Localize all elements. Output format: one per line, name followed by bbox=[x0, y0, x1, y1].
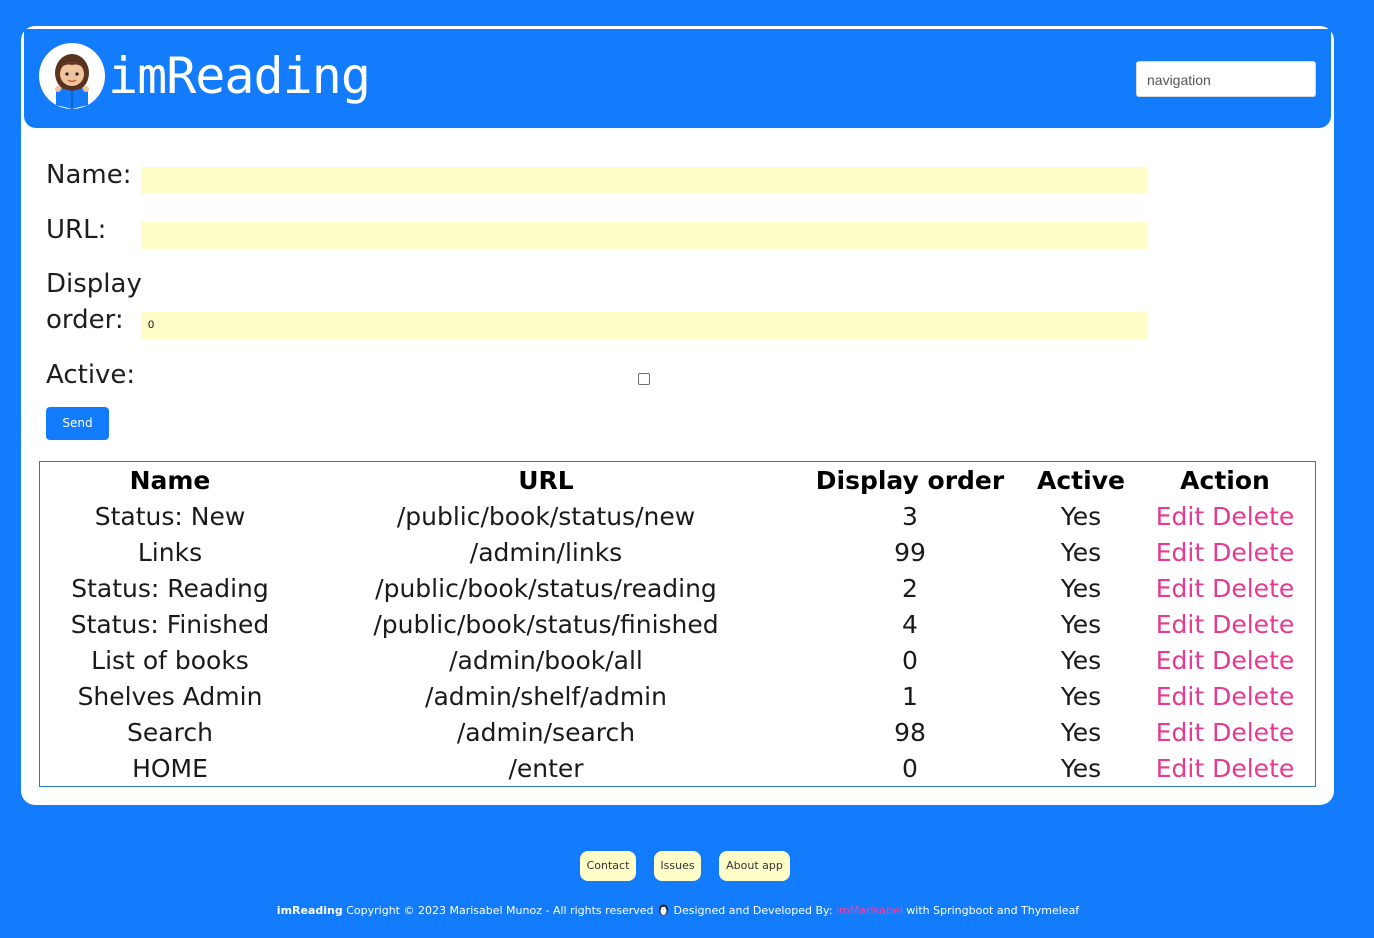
logo-avatar bbox=[39, 43, 105, 109]
cell-name: Shelves Admin bbox=[77, 682, 263, 711]
app-title[interactable]: imReading bbox=[108, 44, 371, 108]
footer-copyright: imReading Copyright © 2023 Marisabel Mun… bbox=[0, 902, 1356, 920]
cell-url: /public/book/status/new bbox=[396, 502, 696, 531]
active-label: Active: bbox=[46, 360, 136, 390]
table-row-actions: Edit Delete bbox=[1125, 499, 1325, 535]
name-input[interactable] bbox=[141, 167, 1147, 194]
navigation-select[interactable]: navigation bbox=[1136, 61, 1316, 97]
cell-name: Status: New bbox=[94, 502, 246, 531]
footer-designed-text: Designed and Developed By: bbox=[673, 904, 833, 917]
header-name: Name bbox=[129, 466, 211, 495]
edit-link[interactable]: Edit bbox=[1156, 754, 1204, 783]
table-row-actions: Edit Delete bbox=[1125, 571, 1325, 607]
cell-url: /admin/book/all bbox=[449, 646, 643, 675]
table-row-actions: Edit Delete bbox=[1125, 679, 1325, 715]
cell-name: Status: Reading bbox=[71, 574, 269, 603]
delete-link[interactable]: Delete bbox=[1212, 574, 1294, 603]
url-input[interactable] bbox=[141, 222, 1147, 249]
edit-link[interactable]: Edit bbox=[1156, 574, 1204, 603]
footer-copyright-text: Copyright © 2023 Marisabel Munoz - All r… bbox=[346, 904, 654, 917]
cell-url: /admin/search bbox=[456, 718, 636, 747]
cell-name: List of books bbox=[91, 646, 249, 675]
about-app-button[interactable]: About app bbox=[719, 851, 790, 881]
delete-link[interactable]: Delete bbox=[1212, 610, 1294, 639]
footer-brand: imReading bbox=[276, 904, 343, 917]
table-row-actions: Edit Delete bbox=[1125, 715, 1325, 751]
penguin-icon bbox=[657, 904, 674, 917]
delete-link[interactable]: Delete bbox=[1212, 754, 1294, 783]
delete-link[interactable]: Delete bbox=[1212, 502, 1294, 531]
cell-url: /admin/shelf/admin bbox=[425, 682, 667, 711]
table-row-actions: Edit Delete bbox=[1125, 751, 1325, 787]
edit-link[interactable]: Edit bbox=[1156, 646, 1204, 675]
header-url: URL bbox=[518, 466, 574, 495]
delete-link[interactable]: Delete bbox=[1212, 538, 1294, 567]
url-label: URL: bbox=[46, 215, 107, 245]
edit-link[interactable]: Edit bbox=[1156, 538, 1204, 567]
delete-link[interactable]: Delete bbox=[1212, 646, 1294, 675]
edit-link[interactable]: Edit bbox=[1156, 718, 1204, 747]
footer-tech-text: with Springboot and Thymeleaf bbox=[906, 904, 1080, 917]
cell-name: Search bbox=[127, 718, 213, 747]
delete-link[interactable]: Delete bbox=[1212, 682, 1294, 711]
edit-link[interactable]: Edit bbox=[1156, 610, 1204, 639]
cell-url: /enter bbox=[508, 754, 584, 783]
name-label: Name: bbox=[46, 160, 132, 190]
issues-button[interactable]: Issues bbox=[654, 851, 701, 881]
table-row-actions: Edit Delete bbox=[1125, 643, 1325, 679]
cell-name: Status: Finished bbox=[70, 610, 270, 639]
display-order-label-line2: order: bbox=[46, 305, 124, 335]
cell-name: Links bbox=[137, 538, 203, 567]
edit-link[interactable]: Edit bbox=[1156, 502, 1204, 531]
active-checkbox[interactable] bbox=[638, 373, 650, 385]
display-order-label-line1: Display bbox=[46, 269, 142, 299]
cell-name: HOME bbox=[132, 754, 208, 783]
header-action: Action bbox=[1180, 466, 1270, 495]
send-button[interactable]: Send bbox=[46, 407, 109, 440]
edit-link[interactable]: Edit bbox=[1156, 682, 1204, 711]
cell-url: /admin/links bbox=[469, 538, 623, 567]
cell-url: /public/book/status/finished bbox=[373, 610, 719, 639]
cell-url: /public/book/status/reading bbox=[375, 574, 717, 603]
display-order-input[interactable]: 0 bbox=[141, 312, 1147, 339]
table-row-actions: Edit Delete bbox=[1125, 535, 1325, 571]
delete-link[interactable]: Delete bbox=[1212, 718, 1294, 747]
table-row-actions: Edit Delete bbox=[1125, 607, 1325, 643]
footer-author-link[interactable]: imMarisabel bbox=[836, 904, 903, 917]
contact-button[interactable]: Contact bbox=[580, 851, 636, 881]
